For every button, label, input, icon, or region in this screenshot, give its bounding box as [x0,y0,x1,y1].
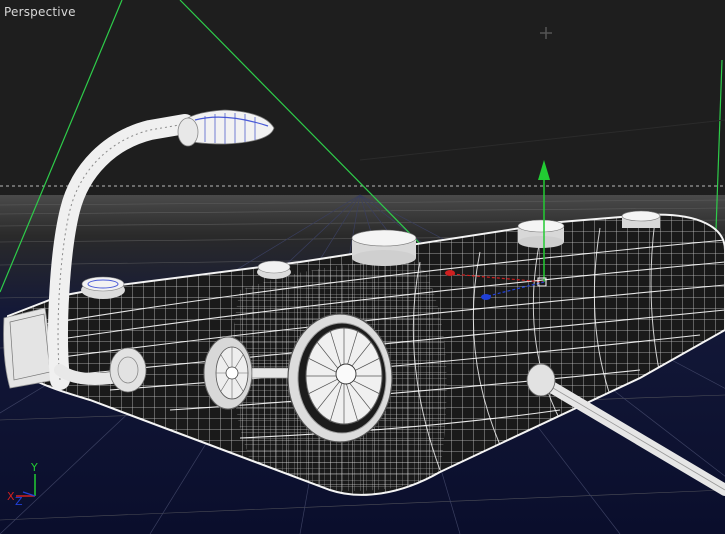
perspective-viewport[interactable]: Perspective Y X Z [0,0,725,534]
top-knob-4 [517,219,565,248]
top-knob-1 [81,276,125,299]
axle [251,367,293,379]
viewport-label[interactable]: Perspective [4,5,76,19]
axis-x-label: X [7,490,15,503]
axis-y-label: Y [31,461,38,474]
reel-disc [287,313,393,443]
side-wheel-small [203,336,253,410]
top-knob-2 [257,260,291,279]
top-knob-5 [621,210,661,228]
axis-z-label: Z [15,495,23,508]
side-bolt [109,347,147,393]
axis-gizmo-icon: Y X Z [6,461,46,508]
viewport-canvas[interactable] [0,0,725,534]
top-knob-3 [351,229,417,266]
